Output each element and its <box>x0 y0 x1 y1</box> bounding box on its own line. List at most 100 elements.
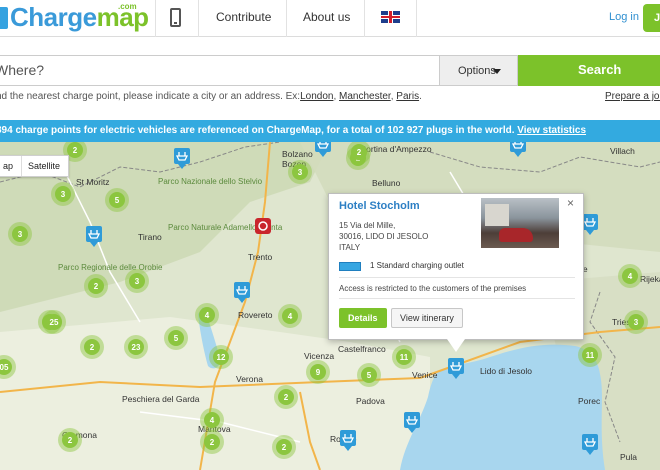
cluster-count: 5 <box>367 371 372 380</box>
details-button[interactable]: Details <box>339 308 387 328</box>
search-hint: nd the nearest charge point, please indi… <box>0 91 422 102</box>
place-label: Venice <box>412 370 438 380</box>
logo-suffix: .com <box>118 2 137 11</box>
address-country: ITALY <box>339 243 361 252</box>
station-cluster-marker[interactable]: 11 <box>392 345 416 369</box>
place-label: Rijeka <box>640 274 660 284</box>
nav-about-us[interactable]: About us <box>303 10 350 24</box>
view-itinerary-button[interactable]: View itinerary <box>391 308 463 328</box>
uk-flag-icon[interactable] <box>381 11 400 23</box>
popup-divider <box>339 277 575 278</box>
station-cluster-marker[interactable]: 2 <box>58 428 82 452</box>
cluster-count: 2 <box>90 343 95 352</box>
cluster-count: 3 <box>634 318 639 327</box>
popup-divider <box>339 298 575 299</box>
station-cluster-marker[interactable]: 4 <box>618 264 642 288</box>
cluster-count: 4 <box>288 312 293 321</box>
station-cluster-marker[interactable]: 2 <box>272 435 296 459</box>
example-london-link[interactable]: London <box>300 91 333 102</box>
station-cluster-marker[interactable]: 3 <box>288 160 312 184</box>
station-cluster-marker[interactable]: 4 <box>278 304 302 328</box>
station-cluster-marker[interactable]: 5 <box>105 188 129 212</box>
special-station-pin[interactable] <box>255 218 271 234</box>
cluster-count: 4 <box>205 311 210 320</box>
nav-divider <box>416 0 417 37</box>
station-info-popup: Hotel Stocholm 15 Via del Mille, 30016, … <box>328 193 584 340</box>
cluster-count: 11 <box>400 353 409 362</box>
view-statistics-link[interactable]: View statistics <box>517 125 586 136</box>
station-cluster-marker[interactable]: 2 <box>200 430 224 454</box>
mobile-phone-icon[interactable] <box>170 8 181 27</box>
place-label: Tirano <box>138 232 162 242</box>
map-type-map[interactable]: ap <box>0 156 21 176</box>
cluster-count: 3 <box>135 277 140 286</box>
place-label: Pula <box>620 452 637 462</box>
nav-divider <box>155 0 156 37</box>
cluster-count: 2 <box>210 438 215 447</box>
station-cluster-marker[interactable]: 4 <box>195 303 219 327</box>
outlet-count: 1 Standard charging outlet <box>370 261 464 270</box>
station-cluster-marker[interactable]: 2 <box>80 335 104 359</box>
map-type-control: ap Satellite <box>0 155 70 177</box>
cluster-count: 12 <box>217 353 226 362</box>
cluster-count: 11 <box>586 351 595 360</box>
join-button[interactable]: Jo <box>643 4 660 32</box>
example-paris-link[interactable]: Paris <box>396 91 419 102</box>
station-title[interactable]: Hotel Stocholm <box>339 200 420 212</box>
cluster-count: 25 <box>50 318 59 327</box>
search-input[interactable]: Where? <box>0 55 440 86</box>
chargemap-page: Chargemap .com Contribute About us Log i… <box>0 0 660 470</box>
stats-text: 894 charge points for electric vehicles … <box>0 125 515 136</box>
place-label: Peschiera del Garda <box>122 394 200 404</box>
logo-icon <box>0 7 8 29</box>
cluster-count: 4 <box>628 272 633 281</box>
station-cluster-marker[interactable]: 4 <box>200 408 224 432</box>
cluster-count: 9 <box>316 368 321 377</box>
station-cluster-marker[interactable]: 25 <box>42 310 66 334</box>
station-cluster-marker[interactable]: 3 <box>624 310 648 334</box>
cluster-count: 3 <box>18 230 23 239</box>
close-icon[interactable]: × <box>567 196 574 210</box>
station-cluster-marker[interactable]: 2 <box>84 274 108 298</box>
station-cluster-marker[interactable]: 12 <box>209 345 233 369</box>
cluster-count: 3 <box>298 168 303 177</box>
prepare-journey-link[interactable]: Prepare a jou <box>605 91 660 102</box>
special-pin-body <box>255 218 271 234</box>
search-button[interactable]: Search <box>518 55 660 86</box>
place-label: Rovereto <box>238 310 273 320</box>
cluster-count: 2 <box>73 146 78 155</box>
nav-divider <box>198 0 199 37</box>
nav-contribute[interactable]: Contribute <box>216 10 271 24</box>
cluster-count: 2 <box>68 436 73 445</box>
station-address: 15 Via del Mille, 30016, LIDO DI JESOLO … <box>339 220 428 253</box>
map-type-satellite[interactable]: Satellite <box>21 156 68 176</box>
station-cluster-marker[interactable]: 3 <box>8 222 32 246</box>
station-cluster-marker[interactable]: 3 <box>125 269 149 293</box>
nav-divider <box>364 0 365 37</box>
search-placeholder: Where? <box>0 62 45 78</box>
login-link[interactable]: Log in <box>609 11 639 23</box>
place-label: Parco Regionale delle Orobie <box>58 263 163 272</box>
station-cluster-marker[interactable]: 23 <box>124 335 148 359</box>
address-city: 30016, LIDO DI JESOLO <box>339 232 429 241</box>
options-dropdown[interactable]: Options <box>439 55 518 86</box>
cluster-count: 5 <box>115 196 120 205</box>
cluster-count: 23 <box>132 343 141 352</box>
hint-text: nd the nearest charge point, please indi… <box>0 91 301 102</box>
place-label: Padova <box>356 396 385 406</box>
station-cluster-marker[interactable]: 5 <box>357 363 381 387</box>
plug-outlet-icon <box>339 262 361 271</box>
example-manchester-link[interactable]: Manchester <box>339 91 391 102</box>
station-cluster-marker[interactable]: 9 <box>306 360 330 384</box>
station-cluster-marker[interactable]: 2 <box>274 385 298 409</box>
place-label: Belluno <box>372 178 401 188</box>
address-street: 15 Via del Mille, <box>339 221 396 230</box>
stats-info-bar: 894 charge points for electric vehicles … <box>0 120 660 142</box>
cluster-count: 05 <box>0 363 9 372</box>
top-header: Chargemap .com Contribute About us Log i… <box>0 0 660 37</box>
popup-pointer <box>447 339 465 352</box>
station-cluster-marker[interactable]: 3 <box>51 182 75 206</box>
station-photo[interactable] <box>481 198 559 248</box>
station-cluster-marker[interactable]: 11 <box>578 343 602 367</box>
station-cluster-marker[interactable]: 5 <box>164 326 188 350</box>
